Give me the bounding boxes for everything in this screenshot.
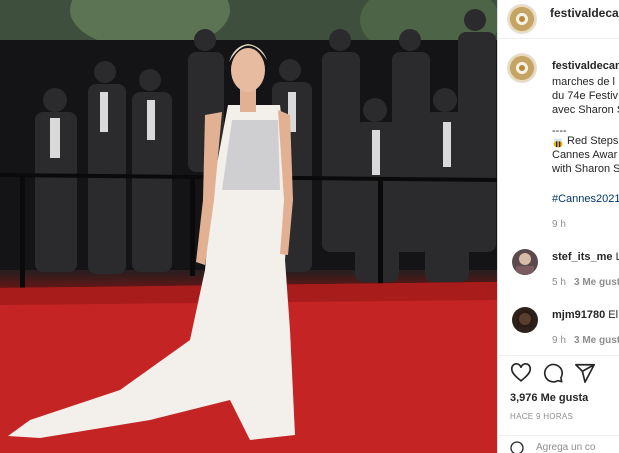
add-comment-input[interactable]: Agrega un co xyxy=(536,442,596,453)
paper-plane-icon[interactable] xyxy=(574,362,596,384)
caption-line: marches de l xyxy=(552,76,615,88)
comment-text: L xyxy=(616,251,619,263)
comment-text: El xyxy=(608,309,619,321)
caption-line: avec Sharon S xyxy=(552,104,619,116)
comment-username-text[interactable]: mjm91780 xyxy=(552,309,605,321)
red-carpet-photo xyxy=(0,0,497,453)
comment-likes[interactable]: 3 Me gust xyxy=(574,277,619,288)
caption-line: with Sharon S xyxy=(552,163,619,175)
caption-avatar[interactable] xyxy=(508,54,536,82)
avatar[interactable] xyxy=(512,249,538,275)
likes-count[interactable]: 3,976 Me gusta xyxy=(510,392,588,404)
caption-line: Red Steps xyxy=(567,135,619,147)
caption-line: du 74e Festiv xyxy=(552,90,619,102)
comment-username-text[interactable]: stef_its_me xyxy=(552,251,613,263)
avatar[interactable] xyxy=(512,307,538,333)
comment-time: 5 h xyxy=(552,277,566,288)
post-time-ago: HACE 9 HORAS xyxy=(510,412,574,421)
post-side-panel: festivaldecan festivaldecan marches de l… xyxy=(497,0,619,453)
emoji-smiley-icon[interactable] xyxy=(510,441,524,453)
comment-time: 9 h xyxy=(552,335,566,346)
header-username[interactable]: festivaldecan xyxy=(550,6,619,20)
comment-username[interactable]: stef_its_me L xyxy=(552,251,619,263)
comment-likes[interactable]: 3 Me gust xyxy=(574,335,619,346)
bee-emoji-icon xyxy=(552,136,564,148)
caption-line: Cannes Awar xyxy=(552,149,618,161)
post-header: festivaldecan xyxy=(498,0,619,39)
caption-time: 9 h xyxy=(552,219,566,230)
hashtag-link[interactable]: #Cannes2021 xyxy=(552,193,619,205)
add-comment-bar: Agrega un co xyxy=(498,435,619,453)
comment-bubble-icon[interactable] xyxy=(542,362,564,384)
avatar[interactable] xyxy=(508,5,536,33)
heart-icon[interactable] xyxy=(510,362,532,384)
caption-username[interactable]: festivaldecan xyxy=(552,60,619,72)
post-photo[interactable] xyxy=(0,0,497,453)
comment-username[interactable]: mjm91780 El xyxy=(552,309,618,321)
